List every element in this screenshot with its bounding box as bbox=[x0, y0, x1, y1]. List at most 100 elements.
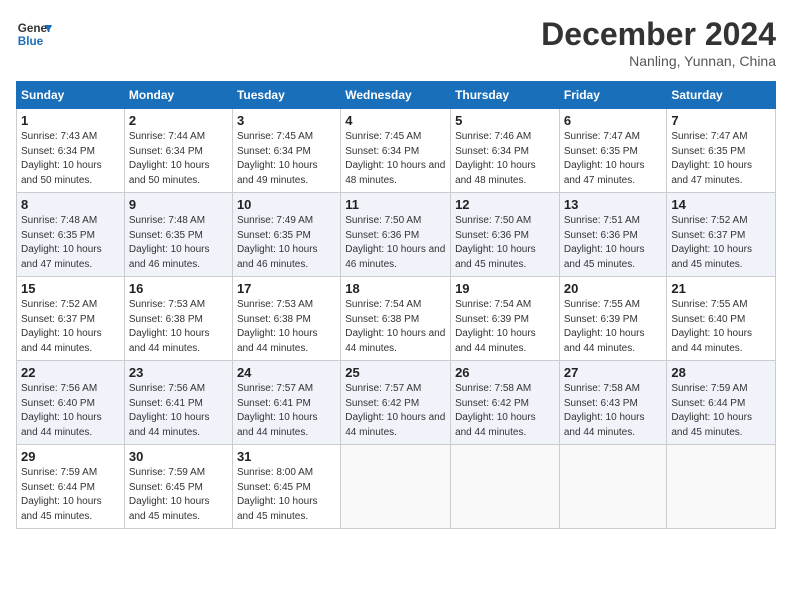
day-number: 27 bbox=[564, 365, 663, 380]
calendar-table: Sunday Monday Tuesday Wednesday Thursday… bbox=[16, 81, 776, 529]
day-info: Sunrise: 7:54 AM Sunset: 6:38 PM Dayligh… bbox=[345, 298, 446, 356]
day-info: Sunrise: 7:53 AM Sunset: 6:38 PM Dayligh… bbox=[129, 298, 228, 356]
calendar-cell: 23 Sunrise: 7:56 AM Sunset: 6:41 PM Dayl… bbox=[124, 361, 232, 445]
day-number: 20 bbox=[564, 281, 663, 296]
day-info: Sunrise: 7:57 AM Sunset: 6:42 PM Dayligh… bbox=[345, 382, 446, 440]
day-info: Sunrise: 7:58 AM Sunset: 6:43 PM Dayligh… bbox=[564, 382, 663, 440]
day-info: Sunrise: 7:55 AM Sunset: 6:39 PM Dayligh… bbox=[564, 298, 663, 356]
day-number: 2 bbox=[129, 113, 228, 128]
calendar-cell: 26 Sunrise: 7:58 AM Sunset: 6:42 PM Dayl… bbox=[451, 361, 560, 445]
calendar-cell: 10 Sunrise: 7:49 AM Sunset: 6:35 PM Dayl… bbox=[232, 193, 340, 277]
day-info: Sunrise: 7:45 AM Sunset: 6:34 PM Dayligh… bbox=[237, 130, 336, 188]
calendar-cell bbox=[667, 445, 776, 529]
day-info: Sunrise: 8:00 AM Sunset: 6:45 PM Dayligh… bbox=[237, 466, 336, 524]
header-thursday: Thursday bbox=[451, 82, 560, 109]
day-number: 24 bbox=[237, 365, 336, 380]
calendar-cell: 25 Sunrise: 7:57 AM Sunset: 6:42 PM Dayl… bbox=[341, 361, 451, 445]
day-info: Sunrise: 7:48 AM Sunset: 6:35 PM Dayligh… bbox=[129, 214, 228, 272]
day-info: Sunrise: 7:56 AM Sunset: 6:41 PM Dayligh… bbox=[129, 382, 228, 440]
day-info: Sunrise: 7:59 AM Sunset: 6:45 PM Dayligh… bbox=[129, 466, 228, 524]
day-info: Sunrise: 7:52 AM Sunset: 6:37 PM Dayligh… bbox=[671, 214, 771, 272]
calendar-cell: 1 Sunrise: 7:43 AM Sunset: 6:34 PM Dayli… bbox=[17, 109, 125, 193]
logo: General Blue bbox=[16, 16, 52, 52]
calendar-cell: 2 Sunrise: 7:44 AM Sunset: 6:34 PM Dayli… bbox=[124, 109, 232, 193]
calendar-cell: 9 Sunrise: 7:48 AM Sunset: 6:35 PM Dayli… bbox=[124, 193, 232, 277]
day-info: Sunrise: 7:55 AM Sunset: 6:40 PM Dayligh… bbox=[671, 298, 771, 356]
day-info: Sunrise: 7:58 AM Sunset: 6:42 PM Dayligh… bbox=[455, 382, 555, 440]
day-number: 19 bbox=[455, 281, 555, 296]
calendar-cell: 17 Sunrise: 7:53 AM Sunset: 6:38 PM Dayl… bbox=[232, 277, 340, 361]
day-number: 18 bbox=[345, 281, 446, 296]
day-info: Sunrise: 7:43 AM Sunset: 6:34 PM Dayligh… bbox=[21, 130, 120, 188]
calendar-cell: 21 Sunrise: 7:55 AM Sunset: 6:40 PM Dayl… bbox=[667, 277, 776, 361]
day-number: 1 bbox=[21, 113, 120, 128]
calendar-row: 29 Sunrise: 7:59 AM Sunset: 6:44 PM Dayl… bbox=[17, 445, 776, 529]
day-info: Sunrise: 7:51 AM Sunset: 6:36 PM Dayligh… bbox=[564, 214, 663, 272]
day-info: Sunrise: 7:47 AM Sunset: 6:35 PM Dayligh… bbox=[671, 130, 771, 188]
calendar-cell: 14 Sunrise: 7:52 AM Sunset: 6:37 PM Dayl… bbox=[667, 193, 776, 277]
day-info: Sunrise: 7:59 AM Sunset: 6:44 PM Dayligh… bbox=[21, 466, 120, 524]
day-info: Sunrise: 7:53 AM Sunset: 6:38 PM Dayligh… bbox=[237, 298, 336, 356]
day-number: 14 bbox=[671, 197, 771, 212]
day-number: 12 bbox=[455, 197, 555, 212]
day-number: 23 bbox=[129, 365, 228, 380]
calendar-cell: 18 Sunrise: 7:54 AM Sunset: 6:38 PM Dayl… bbox=[341, 277, 451, 361]
day-number: 4 bbox=[345, 113, 446, 128]
day-number: 7 bbox=[671, 113, 771, 128]
day-info: Sunrise: 7:59 AM Sunset: 6:44 PM Dayligh… bbox=[671, 382, 771, 440]
day-number: 25 bbox=[345, 365, 446, 380]
day-number: 6 bbox=[564, 113, 663, 128]
calendar-cell: 27 Sunrise: 7:58 AM Sunset: 6:43 PM Dayl… bbox=[559, 361, 667, 445]
calendar-cell bbox=[341, 445, 451, 529]
calendar-cell: 31 Sunrise: 8:00 AM Sunset: 6:45 PM Dayl… bbox=[232, 445, 340, 529]
day-number: 17 bbox=[237, 281, 336, 296]
day-number: 8 bbox=[21, 197, 120, 212]
day-info: Sunrise: 7:56 AM Sunset: 6:40 PM Dayligh… bbox=[21, 382, 120, 440]
day-info: Sunrise: 7:54 AM Sunset: 6:39 PM Dayligh… bbox=[455, 298, 555, 356]
day-info: Sunrise: 7:48 AM Sunset: 6:35 PM Dayligh… bbox=[21, 214, 120, 272]
day-number: 21 bbox=[671, 281, 771, 296]
svg-text:Blue: Blue bbox=[18, 35, 44, 48]
day-info: Sunrise: 7:50 AM Sunset: 6:36 PM Dayligh… bbox=[345, 214, 446, 272]
day-info: Sunrise: 7:49 AM Sunset: 6:35 PM Dayligh… bbox=[237, 214, 336, 272]
day-info: Sunrise: 7:46 AM Sunset: 6:34 PM Dayligh… bbox=[455, 130, 555, 188]
day-number: 10 bbox=[237, 197, 336, 212]
calendar-cell: 8 Sunrise: 7:48 AM Sunset: 6:35 PM Dayli… bbox=[17, 193, 125, 277]
location: Nanling, Yunnan, China bbox=[541, 53, 776, 69]
day-info: Sunrise: 7:57 AM Sunset: 6:41 PM Dayligh… bbox=[237, 382, 336, 440]
header-tuesday: Tuesday bbox=[232, 82, 340, 109]
header-friday: Friday bbox=[559, 82, 667, 109]
calendar-row: 8 Sunrise: 7:48 AM Sunset: 6:35 PM Dayli… bbox=[17, 193, 776, 277]
header-monday: Monday bbox=[124, 82, 232, 109]
calendar-row: 22 Sunrise: 7:56 AM Sunset: 6:40 PM Dayl… bbox=[17, 361, 776, 445]
calendar-cell: 24 Sunrise: 7:57 AM Sunset: 6:41 PM Dayl… bbox=[232, 361, 340, 445]
calendar-cell: 29 Sunrise: 7:59 AM Sunset: 6:44 PM Dayl… bbox=[17, 445, 125, 529]
day-number: 16 bbox=[129, 281, 228, 296]
weekday-header-row: Sunday Monday Tuesday Wednesday Thursday… bbox=[17, 82, 776, 109]
calendar-cell: 16 Sunrise: 7:53 AM Sunset: 6:38 PM Dayl… bbox=[124, 277, 232, 361]
title-area: December 2024 Nanling, Yunnan, China bbox=[541, 16, 776, 69]
day-number: 13 bbox=[564, 197, 663, 212]
day-info: Sunrise: 7:47 AM Sunset: 6:35 PM Dayligh… bbox=[564, 130, 663, 188]
day-number: 9 bbox=[129, 197, 228, 212]
day-number: 15 bbox=[21, 281, 120, 296]
page-header: General Blue December 2024 Nanling, Yunn… bbox=[16, 16, 776, 69]
calendar-cell: 4 Sunrise: 7:45 AM Sunset: 6:34 PM Dayli… bbox=[341, 109, 451, 193]
day-number: 3 bbox=[237, 113, 336, 128]
logo-icon: General Blue bbox=[16, 16, 52, 52]
calendar-cell: 30 Sunrise: 7:59 AM Sunset: 6:45 PM Dayl… bbox=[124, 445, 232, 529]
day-info: Sunrise: 7:50 AM Sunset: 6:36 PM Dayligh… bbox=[455, 214, 555, 272]
calendar-cell: 6 Sunrise: 7:47 AM Sunset: 6:35 PM Dayli… bbox=[559, 109, 667, 193]
day-number: 29 bbox=[21, 449, 120, 464]
month-title: December 2024 bbox=[541, 16, 776, 53]
calendar-cell: 5 Sunrise: 7:46 AM Sunset: 6:34 PM Dayli… bbox=[451, 109, 560, 193]
header-sunday: Sunday bbox=[17, 82, 125, 109]
calendar-cell bbox=[451, 445, 560, 529]
calendar-row: 1 Sunrise: 7:43 AM Sunset: 6:34 PM Dayli… bbox=[17, 109, 776, 193]
day-number: 22 bbox=[21, 365, 120, 380]
calendar-cell: 11 Sunrise: 7:50 AM Sunset: 6:36 PM Dayl… bbox=[341, 193, 451, 277]
calendar-cell bbox=[559, 445, 667, 529]
header-saturday: Saturday bbox=[667, 82, 776, 109]
calendar-cell: 28 Sunrise: 7:59 AM Sunset: 6:44 PM Dayl… bbox=[667, 361, 776, 445]
day-number: 31 bbox=[237, 449, 336, 464]
